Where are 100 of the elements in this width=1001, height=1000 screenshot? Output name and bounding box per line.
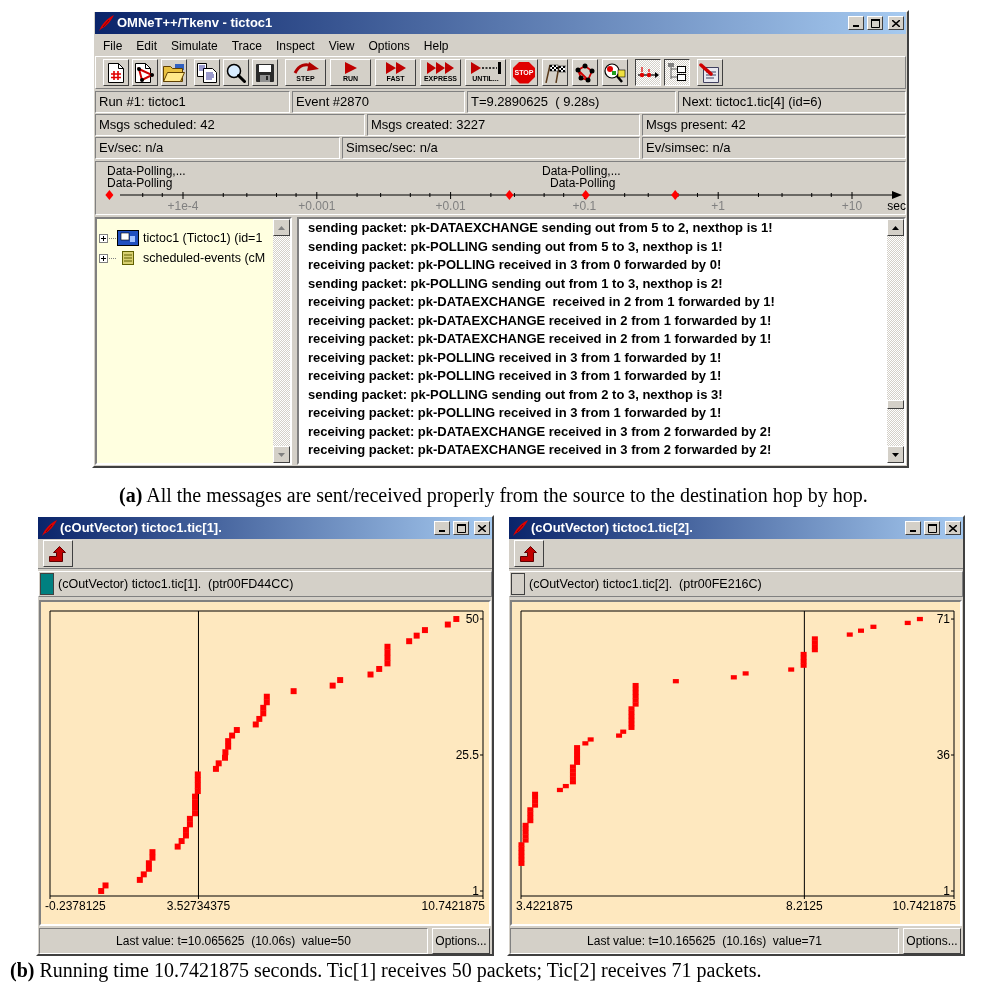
vertical-scrollbar[interactable] <box>887 219 904 463</box>
maximize-icon <box>456 523 466 533</box>
log-line: sending packet: pk-POLLING sending out from 2 to 3, nexthop is 3! <box>308 385 723 404</box>
tick-label: 8.2125 <box>786 899 823 913</box>
tick-label: 50 <box>465 612 479 626</box>
parent-button[interactable] <box>514 540 544 567</box>
data-point <box>453 616 460 622</box>
timeline-icon <box>637 65 659 80</box>
finish-button[interactable] <box>542 59 568 86</box>
load-button[interactable] <box>132 59 158 86</box>
data-point <box>367 671 374 678</box>
find-button[interactable] <box>223 59 249 86</box>
new-button[interactable] <box>103 59 129 86</box>
menu-item[interactable]: Options <box>361 36 417 55</box>
close-button[interactable] <box>888 16 904 30</box>
log-line: receiving packet: pk-POLLING received in 3 from 0 forwarded by 0! <box>308 256 722 274</box>
menu-item[interactable]: Inspect <box>268 36 322 55</box>
status-field: Msgs scheduled: 42 <box>95 114 365 136</box>
tree-item[interactable]: scheduled-events (cM <box>143 250 266 266</box>
color-swatch-icon[interactable] <box>40 573 54 595</box>
up-arrow-icon <box>278 225 285 230</box>
curved-arrow-icon <box>292 62 319 74</box>
tick-label: +1 <box>711 199 726 213</box>
double-arrow-icon <box>385 62 406 74</box>
scroll-up-button[interactable] <box>273 219 290 236</box>
data-point <box>904 620 911 626</box>
expand-icon[interactable] <box>99 233 108 243</box>
diamond-icon[interactable] <box>505 190 514 200</box>
log-line: sending packet: pk-POLLING sending out from 1 to 3, nexthop is 2! <box>308 274 723 293</box>
menu-item[interactable]: File <box>96 36 130 55</box>
maximize-button[interactable] <box>924 521 940 535</box>
minimize-button[interactable] <box>434 521 450 535</box>
status-field: Event #2870 <box>292 91 465 113</box>
close-button[interactable] <box>474 521 490 535</box>
options-button[interactable]: Options... <box>432 928 490 954</box>
close-icon <box>949 524 957 532</box>
status-field: T=9.2890625 ( 9.28s) <box>467 91 676 113</box>
scroll-down-button[interactable] <box>887 446 904 463</box>
minimize-button[interactable] <box>848 16 864 30</box>
maximize-icon <box>927 523 937 533</box>
network-button[interactable] <box>572 59 598 86</box>
diamond-icon[interactable] <box>581 190 590 200</box>
tree-item[interactable]: tictoc1 (Tictoc1) (id=1 <box>143 230 263 246</box>
menu-item[interactable]: View <box>321 36 362 55</box>
bent-arrow-icon <box>520 545 538 562</box>
network-graph-icon <box>575 62 595 83</box>
status-field: Msgs present: 42 <box>642 114 906 136</box>
close-button[interactable] <box>945 521 961 535</box>
log-line: receiving packet: pk-DATAEXCHANGE received in 2 from 1 forwarded by 1! <box>308 293 775 311</box>
window-title: (cOutVector) tictoc1.tic[2]. <box>531 520 693 536</box>
tick-label: +0.001 <box>298 199 336 213</box>
open-button[interactable] <box>161 59 187 86</box>
message-label: Data-Polling,... <box>107 164 186 178</box>
last-value-field: Last value: t=10.165625 (10.16s) value=71 <box>510 928 899 954</box>
tick-label: +10 <box>841 199 863 213</box>
scrollbar-thumb[interactable] <box>887 400 904 409</box>
maximize-button[interactable] <box>867 16 883 30</box>
magnifier-icon <box>604 62 626 83</box>
color-swatch-icon[interactable] <box>511 573 525 595</box>
data-point <box>742 671 749 676</box>
timeline-button[interactable] <box>635 59 661 86</box>
vertical-scrollbar[interactable] <box>273 219 290 463</box>
minimize-icon <box>439 530 445 532</box>
diamond-icon[interactable] <box>671 190 680 200</box>
parent-button[interactable] <box>43 540 73 567</box>
menu-item[interactable]: Edit <box>129 36 165 55</box>
log-line: receiving packet: pk-POLLING received in 3 from 1 forwarded by 1! <box>308 367 722 385</box>
minimize-button[interactable] <box>905 521 921 535</box>
object-info: (cOutVector) tictoc1.tic[2]. (ptr00FE216C) <box>529 576 762 592</box>
scroll-up-button[interactable] <box>887 219 904 236</box>
inspect-button[interactable] <box>602 59 628 86</box>
close-icon <box>892 19 900 27</box>
message-label: Data-Polling <box>107 176 173 190</box>
module-icon <box>117 230 139 246</box>
tick-label: 10.7421875 <box>421 899 485 913</box>
tick-label: 25.5 <box>455 748 479 762</box>
down-arrow-icon <box>892 452 899 457</box>
data-point <box>730 675 737 680</box>
options-button[interactable]: Options... <box>903 928 961 954</box>
window-title: OMNeT++/Tkenv - tictoc1 <box>117 15 273 31</box>
tree-button[interactable] <box>664 59 690 86</box>
object-info: (cOutVector) tictoc1.tic[1]. (ptr00FD44CC) <box>58 576 294 592</box>
save-button[interactable] <box>252 59 278 86</box>
log-line: receiving packet: pk-DATAEXCHANGE received in 3 from 2 forwarded by 2! <box>308 422 772 441</box>
log-line: sending packet: pk-DATAEXCHANGE sending out from 5 to 2, nexthop is 1! <box>308 219 773 237</box>
up-arrow-icon <box>892 225 899 230</box>
copy-button[interactable] <box>194 59 220 86</box>
scroll-down-button[interactable] <box>273 446 290 463</box>
checkered-flag-icon <box>544 62 566 83</box>
tick-label: 3.4221875 <box>516 899 573 913</box>
menu-item[interactable]: Trace <box>224 36 269 55</box>
expand-icon[interactable] <box>99 253 108 263</box>
axis-unit-label: sec <box>887 199 906 213</box>
menu-item[interactable]: Simulate <box>164 36 225 55</box>
diamond-icon[interactable] <box>105 190 114 200</box>
message-label: Data-Polling,... <box>542 164 621 178</box>
minimize-icon <box>853 25 859 27</box>
menu-item[interactable]: Help <box>416 36 456 55</box>
options-button[interactable] <box>697 59 723 86</box>
maximize-button[interactable] <box>453 521 469 535</box>
